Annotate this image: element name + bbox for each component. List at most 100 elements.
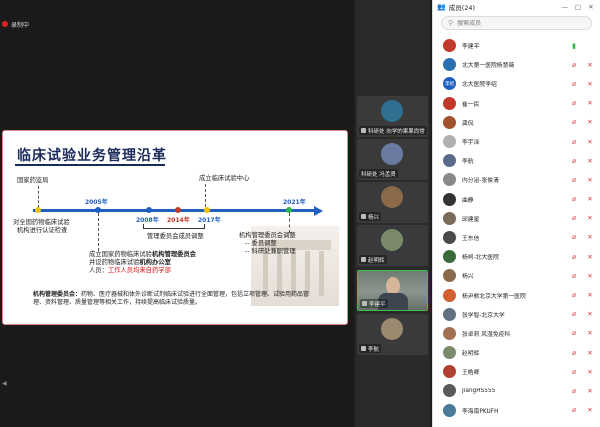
video-tile[interactable]: 科研处 冯孟贤: [357, 139, 428, 180]
mic-icon: [361, 257, 366, 262]
member-name: 李建平: [462, 44, 480, 51]
year-2008: 2008年: [136, 217, 159, 224]
year-2017: 2017年: [198, 217, 221, 224]
video-tile[interactable]: 科研处 向学的果果尚常: [357, 96, 428, 137]
mic-muted-icon[interactable]: ⌀: [569, 195, 579, 203]
mic-muted-icon[interactable]: ⌀: [569, 329, 579, 337]
search-input[interactable]: [457, 19, 578, 27]
member-search[interactable]: ⚲: [441, 16, 592, 30]
video-tile-active-speaker[interactable]: 李建平: [357, 270, 428, 311]
member-row[interactable]: 王皓卿 ⌀ ✕: [433, 362, 600, 381]
member-row[interactable]: 李绍 北大医院李绍 ⌀ ✕: [433, 74, 600, 93]
camera-off-icon[interactable]: ✕: [585, 176, 595, 184]
avatar: [443, 39, 456, 53]
mic-muted-icon[interactable]: ⌀: [569, 387, 579, 395]
maximize-button[interactable]: □: [573, 3, 583, 11]
member-row[interactable]: 曲静 ⌀ ✕: [433, 190, 600, 209]
camera-off-icon[interactable]: ✕: [585, 406, 595, 414]
member-row[interactable]: 张学智-北京大学 ⌀ ✕: [433, 305, 600, 324]
camera-off-icon[interactable]: ✕: [585, 157, 595, 165]
member-row[interactable]: 王东信 ⌀ ✕: [433, 228, 600, 247]
collapse-arrow-icon[interactable]: ◀: [2, 380, 7, 387]
camera-off-icon[interactable]: ✕: [585, 195, 595, 203]
camera-off-icon[interactable]: ✕: [585, 310, 595, 318]
member-row[interactable]: 崔一民 ⌀ ✕: [433, 94, 600, 113]
camera-off-icon[interactable]: ✕: [585, 253, 595, 261]
member-name: 李航: [462, 159, 474, 166]
member-row[interactable]: 李海南PKUFH ⌀ ✕: [433, 401, 600, 420]
mic-muted-icon[interactable]: ⌀: [569, 291, 579, 299]
mic-muted-icon[interactable]: ⌀: [569, 118, 579, 126]
mic-muted-icon[interactable]: ⌀: [569, 99, 579, 107]
mic-muted-icon[interactable]: ⌀: [569, 80, 579, 88]
member-row[interactable]: 北大第一医院杨慧薇 ⌀ ✕: [433, 55, 600, 74]
member-row[interactable]: 张卓莉 风湿免疫科 ⌀ ✕: [433, 324, 600, 343]
mic-icon: [361, 128, 366, 133]
member-row[interactable]: 邱建星 ⌀ ✕: [433, 209, 600, 228]
camera-off-icon[interactable]: ✕: [585, 214, 595, 222]
members-panel: 👥 成员(24) — □ ✕ ⚲ 李建平▮北大第一医院杨慧薇⌀✕李绍北大医院李绍…: [432, 0, 600, 427]
member-row[interactable]: 杨尹默北京大学第一医院 ⌀ ✕: [433, 285, 600, 304]
video-tile[interactable]: 赵明辉: [357, 225, 428, 266]
mic-muted-icon[interactable]: ⌀: [569, 310, 579, 318]
avatar: [443, 384, 456, 398]
member-name: 李宇泽: [462, 140, 480, 147]
camera-off-icon[interactable]: ✕: [585, 80, 595, 88]
video-tile[interactable]: 李航: [357, 314, 428, 355]
camera-off-icon[interactable]: ✕: [585, 138, 595, 146]
recording-indicator[interactable]: 录制中: [2, 18, 29, 30]
camera-off-icon[interactable]: ✕: [585, 61, 595, 69]
member-row[interactable]: 李建平 ▮: [433, 36, 600, 55]
mic-muted-icon[interactable]: ⌀: [569, 368, 579, 376]
mic-muted-icon[interactable]: ⌀: [569, 253, 579, 261]
recording-label: 录制中: [11, 21, 30, 29]
timeline-marker: [175, 207, 181, 213]
label-committee-adjust: 管理委员会成员调整: [147, 233, 204, 240]
avatar: [443, 135, 456, 149]
avatar: [381, 186, 403, 208]
close-button[interactable]: ✕: [586, 3, 596, 11]
camera-off-icon[interactable]: ✕: [585, 349, 595, 357]
video-tile[interactable]: 杨兴: [357, 182, 428, 223]
camera-off-icon[interactable]: ✕: [585, 99, 595, 107]
avatar: [443, 211, 456, 225]
mic-muted-icon[interactable]: ⌀: [569, 349, 579, 357]
mic-muted-icon[interactable]: ⌀: [569, 233, 579, 241]
avatar: 李绍: [443, 77, 456, 91]
camera-off-icon[interactable]: ✕: [585, 118, 595, 126]
member-row[interactable]: 龚侃 ⌀ ✕: [433, 113, 600, 132]
mic-muted-icon[interactable]: ⌀: [569, 138, 579, 146]
timeline-arrowhead: [314, 206, 323, 216]
timeline-marker: [146, 207, 152, 213]
member-name: 杨柯-北大医院: [462, 255, 499, 262]
member-row[interactable]: 内分泌-张俊清 ⌀ ✕: [433, 170, 600, 189]
member-row[interactable]: 杨柯-北大医院 ⌀ ✕: [433, 247, 600, 266]
camera-off-icon[interactable]: ✕: [585, 368, 595, 376]
mic-muted-icon[interactable]: ⌀: [569, 61, 579, 69]
panel-title: 成员(24): [448, 4, 476, 12]
camera-off-icon[interactable]: ✕: [585, 329, 595, 337]
mic-muted-icon[interactable]: ⌀: [569, 406, 579, 414]
mic-icon: [361, 346, 366, 351]
member-row[interactable]: 赵明辉 ⌀ ✕: [433, 343, 600, 362]
member-name: 曲静: [462, 197, 474, 204]
mic-muted-icon[interactable]: ⌀: [569, 272, 579, 280]
camera-off-icon[interactable]: ✕: [585, 272, 595, 280]
year-2005: 2005年: [85, 199, 108, 206]
camera-off-icon[interactable]: ✕: [585, 291, 595, 299]
avatar: [381, 229, 403, 251]
slide-title: 临床试验业务管理沿革: [17, 148, 167, 164]
member-row[interactable]: 杨兴 ⌀ ✕: [433, 266, 600, 285]
mic-muted-icon[interactable]: ⌀: [569, 176, 579, 184]
member-row[interactable]: 李航 ⌀ ✕: [433, 151, 600, 170]
mic-muted-icon[interactable]: ⌀: [569, 214, 579, 222]
mic-on-icon[interactable]: ▮: [569, 42, 579, 50]
camera-off-icon[interactable]: ✕: [585, 387, 595, 395]
minimize-button[interactable]: —: [560, 3, 570, 11]
camera-off-icon[interactable]: ✕: [585, 233, 595, 241]
member-name: 王东信: [462, 235, 480, 242]
member-row[interactable]: 李宇泽 ⌀ ✕: [433, 132, 600, 151]
member-row[interactable]: JiangHS555 ⌀ ✕: [433, 381, 600, 400]
mic-muted-icon[interactable]: ⌀: [569, 157, 579, 165]
avatar: [443, 230, 456, 244]
